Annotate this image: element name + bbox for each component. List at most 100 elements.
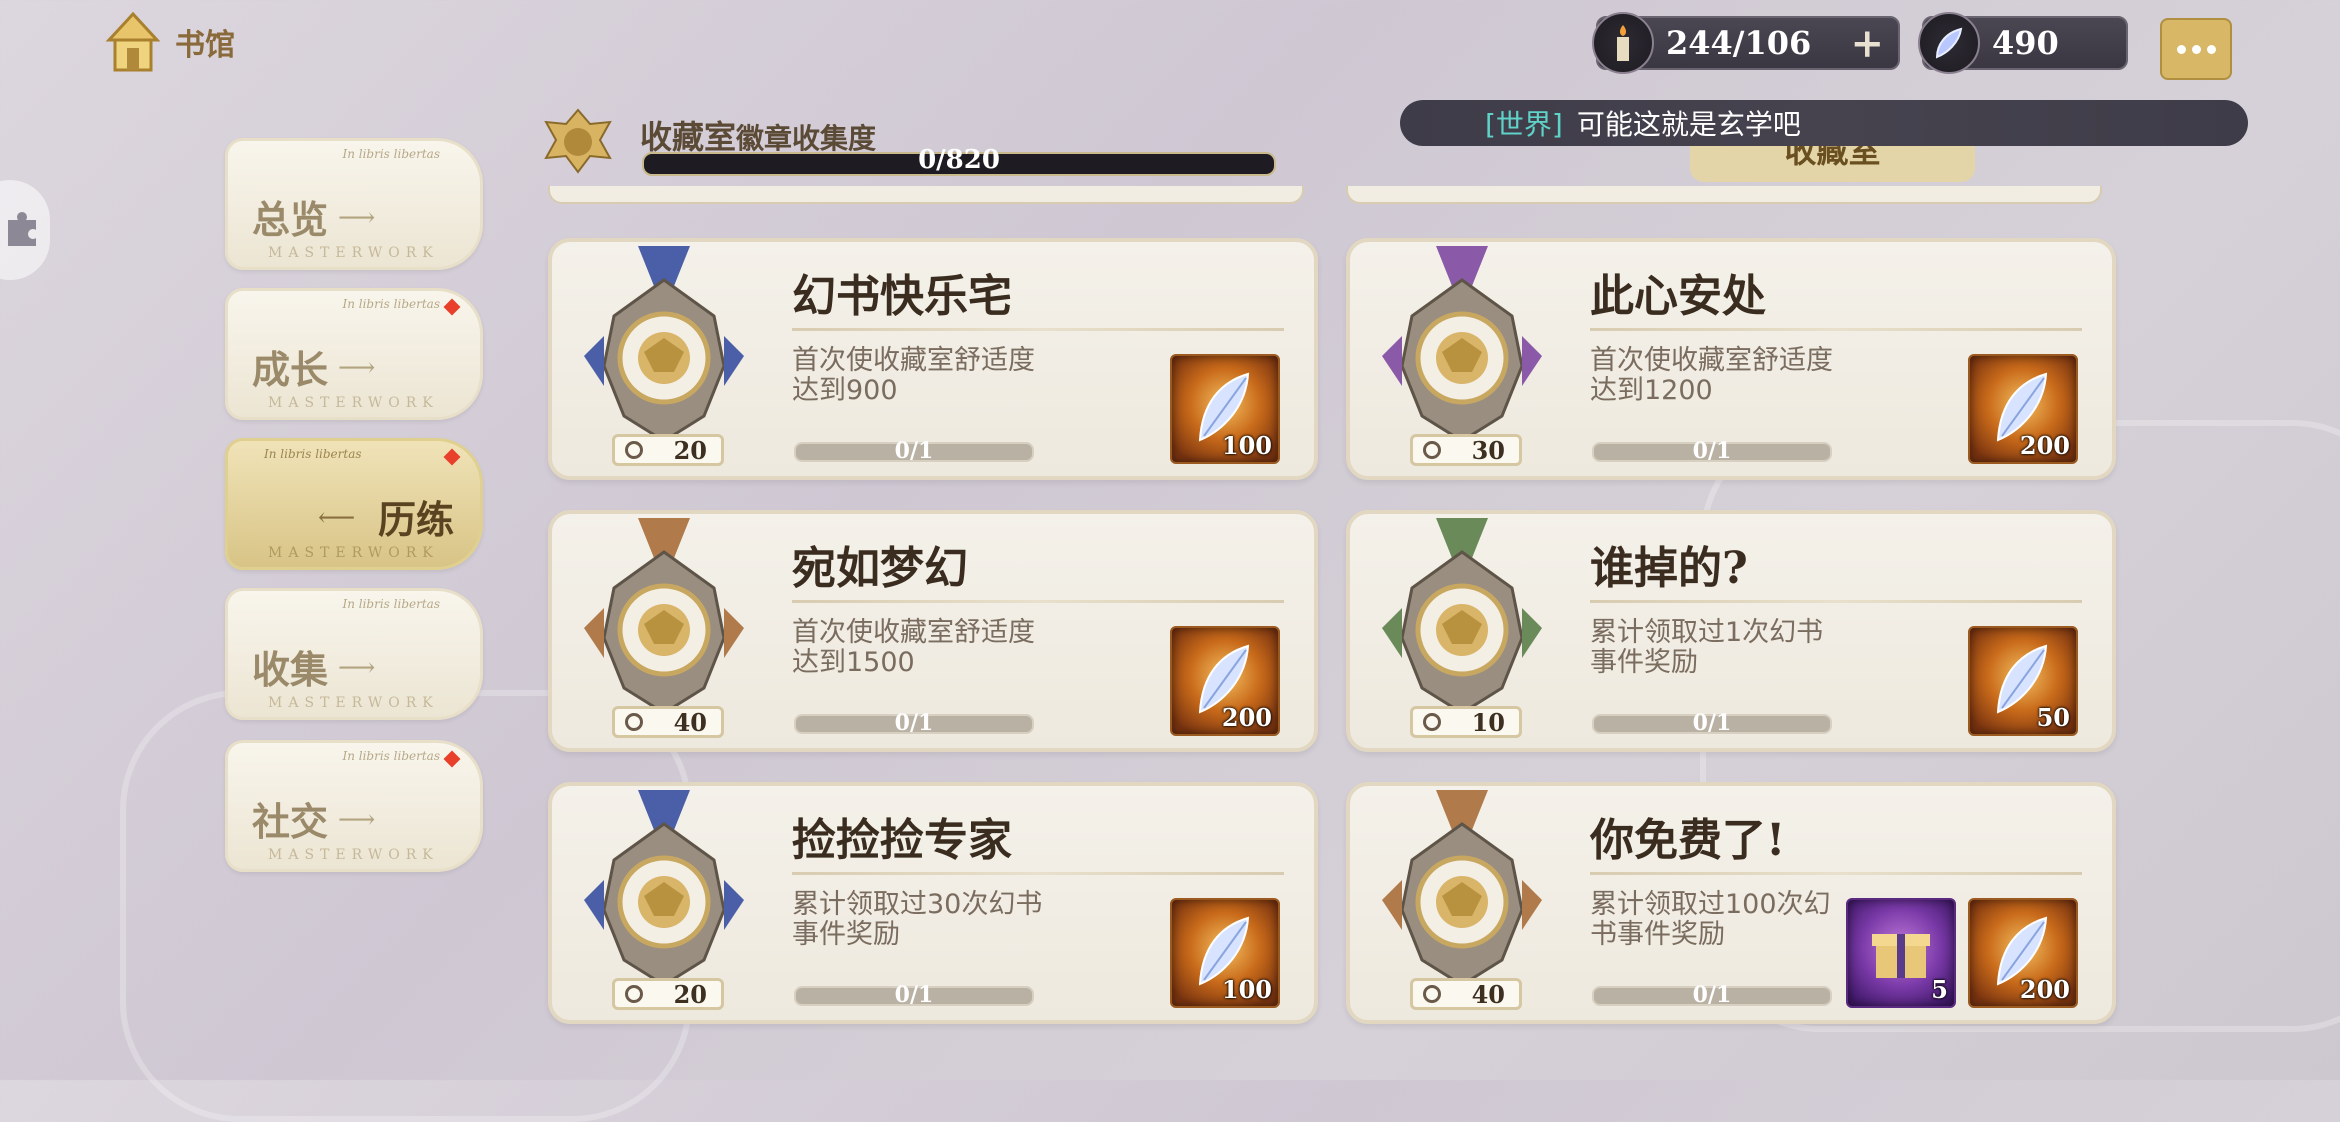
gear-icon bbox=[1423, 985, 1441, 1003]
achievement-progress-text: 0/1 bbox=[894, 438, 934, 464]
achievement-progress-bar: 0/1 bbox=[1592, 438, 1832, 464]
gear-icon bbox=[1423, 713, 1441, 731]
reward-quantity: 5 bbox=[1931, 975, 1948, 1004]
achievement-title: 宛如梦幻 bbox=[792, 543, 968, 594]
side-drawer-tab[interactable] bbox=[0, 180, 50, 280]
medal-level: 40 bbox=[1471, 979, 1505, 1009]
card-edge bbox=[548, 186, 1304, 204]
home-button[interactable]: 书馆 bbox=[105, 10, 235, 74]
achievement-progress-text: 0/1 bbox=[1692, 710, 1732, 736]
collection-progress-text: 0/820 bbox=[918, 145, 1000, 175]
achievement-card[interactable]: 20 幻书快乐宅 首次使收藏室舒适度达到900 0/1 100 bbox=[548, 238, 1318, 480]
title-divider bbox=[1590, 600, 2082, 603]
home-label: 书馆 bbox=[175, 28, 235, 63]
nav-item-2[interactable]: In libris libertas 历练 ⟵ MASTERWORK bbox=[225, 438, 483, 570]
crystal-resource: 490 bbox=[1918, 12, 2128, 74]
world-chat-tag: [世界] bbox=[1485, 108, 1563, 141]
nav-masterwork: MASTERWORK bbox=[268, 847, 439, 863]
nav-label: 总览 bbox=[252, 197, 329, 242]
achievement-progress-bar: 0/1 bbox=[794, 982, 1034, 1008]
nav-latin: In libris libertas bbox=[342, 749, 440, 763]
nav-item-4[interactable]: In libris libertas 社交 ⟶ MASTERWORK bbox=[225, 740, 483, 872]
gear-icon bbox=[625, 713, 643, 731]
achievement-title: 此心安处 bbox=[1590, 271, 1766, 322]
gear-icon bbox=[1423, 441, 1441, 459]
gift-box-reward[interactable]: 5 bbox=[1846, 898, 1956, 1008]
chat-dot-icon bbox=[2191, 44, 2201, 54]
world-chat-bar[interactable]: [世界] 可能这就是玄学吧 bbox=[1400, 100, 2248, 146]
achievement-progress-bar: 0/1 bbox=[1592, 982, 1832, 1008]
achievement-card[interactable]: 40 宛如梦幻 首次使收藏室舒适度达到1500 0/1 200 bbox=[548, 510, 1318, 752]
feather-reward[interactable]: 200 bbox=[1968, 354, 2078, 464]
achievement-progress-text: 0/1 bbox=[894, 710, 934, 736]
world-chat-message: 可能这就是玄学吧 bbox=[1576, 108, 1801, 141]
medal-level-badge: 10 bbox=[1410, 706, 1522, 738]
nav-item-0[interactable]: In libris libertas 总览 ⟶ MASTERWORK bbox=[225, 138, 483, 270]
medal-icon bbox=[1382, 790, 1542, 987]
achievement-title: 你免费了! bbox=[1590, 815, 1786, 866]
achievement-progress-text: 0/1 bbox=[894, 982, 934, 1008]
medal-icon bbox=[584, 246, 744, 443]
reward-quantity: 50 bbox=[2036, 703, 2070, 732]
nav-masterwork: MASTERWORK bbox=[268, 245, 439, 261]
nav-item-3[interactable]: In libris libertas 收集 ⟶ MASTERWORK bbox=[225, 588, 483, 720]
title-divider bbox=[1590, 872, 2082, 875]
title-divider bbox=[792, 872, 1284, 875]
nav-masterwork: MASTERWORK bbox=[268, 545, 439, 561]
arrow-ornament-icon: ⟶ bbox=[338, 653, 376, 683]
achievement-card[interactable]: 20 捡捡捡专家 累计领取过30次幻书事件奖励 0/1 100 bbox=[548, 782, 1318, 1024]
nav-item-1[interactable]: In libris libertas 成长 ⟶ MASTERWORK bbox=[225, 288, 483, 420]
feather-crystal-icon bbox=[1918, 12, 1980, 74]
library-icon bbox=[105, 11, 161, 72]
medal-level-badge: 30 bbox=[1410, 434, 1522, 466]
nav-label: 社交 bbox=[252, 799, 329, 844]
achievement-description: 累计领取过1次幻书事件奖励 bbox=[1590, 617, 1824, 678]
medal-icon bbox=[584, 790, 744, 987]
red-dot-notification-icon bbox=[443, 448, 461, 466]
title-divider bbox=[792, 600, 1284, 603]
reward-quantity: 100 bbox=[1221, 975, 1272, 1004]
achievement-card[interactable]: 30 此心安处首次使收藏室舒适度达到1200 0/1 200 bbox=[1346, 238, 2116, 480]
medal-level: 20 bbox=[673, 435, 707, 465]
achievement-description: 首次使收藏室舒适度达到1200 bbox=[1590, 345, 1833, 406]
achievement-title: 幻书快乐宅 bbox=[792, 271, 1012, 322]
reward-quantity: 200 bbox=[2019, 431, 2070, 460]
achievement-card[interactable]: 10 谁掉的? 累计领取过1次幻书事件奖励 0/1 50 bbox=[1346, 510, 2116, 752]
feather-reward[interactable]: 200 bbox=[1968, 898, 2078, 1008]
medal-level: 30 bbox=[1471, 435, 1505, 465]
medal-level-badge: 40 bbox=[612, 706, 724, 738]
feather-reward[interactable]: 100 bbox=[1170, 898, 1280, 1008]
achievement-title: 捡捡捡专家 bbox=[792, 815, 1012, 866]
nav-masterwork: MASTERWORK bbox=[268, 695, 439, 711]
arrow-ornament-icon: ⟵ bbox=[318, 503, 356, 533]
red-dot-notification-icon bbox=[443, 750, 461, 768]
puzzle-icon bbox=[8, 212, 36, 246]
feather-reward[interactable]: 200 bbox=[1170, 626, 1280, 736]
nav-label: 成长 bbox=[252, 347, 329, 392]
arrow-ornament-icon: ⟶ bbox=[338, 203, 376, 233]
achievement-description: 累计领取过100次幻书事件奖励 bbox=[1590, 889, 1831, 950]
add-candle-button[interactable]: + bbox=[1850, 20, 1884, 67]
achievement-description: 累计领取过30次幻书事件奖励 bbox=[792, 889, 1043, 950]
nav-latin: In libris libertas bbox=[264, 447, 362, 461]
reward-quantity: 100 bbox=[1221, 431, 1272, 460]
reward-quantity: 200 bbox=[2019, 975, 2070, 1004]
chat-button[interactable] bbox=[2160, 18, 2232, 80]
medal-icon bbox=[1382, 518, 1542, 715]
medal-level: 10 bbox=[1471, 707, 1505, 737]
collection-emblem-icon bbox=[544, 108, 612, 174]
collection-progress-bar: 0/820 bbox=[642, 145, 1276, 176]
feather-reward[interactable]: 50 bbox=[1968, 626, 2078, 736]
medal-level-badge: 20 bbox=[612, 434, 724, 466]
title-divider bbox=[792, 328, 1284, 331]
achievement-progress-text: 0/1 bbox=[1692, 438, 1732, 464]
achievement-card[interactable]: 40 你免费了! 累计领取过100次幻书事件奖励 0/1 5 200 bbox=[1346, 782, 2116, 1024]
title-divider bbox=[1590, 328, 2082, 331]
nav-label: 收集 bbox=[252, 647, 329, 692]
feather-reward[interactable]: 100 bbox=[1170, 354, 1280, 464]
medal-icon bbox=[584, 518, 744, 715]
medal-level: 40 bbox=[673, 707, 707, 737]
gear-icon bbox=[625, 985, 643, 1003]
nav-label: 历练 bbox=[377, 497, 454, 542]
arrow-ornament-icon: ⟶ bbox=[338, 805, 376, 835]
